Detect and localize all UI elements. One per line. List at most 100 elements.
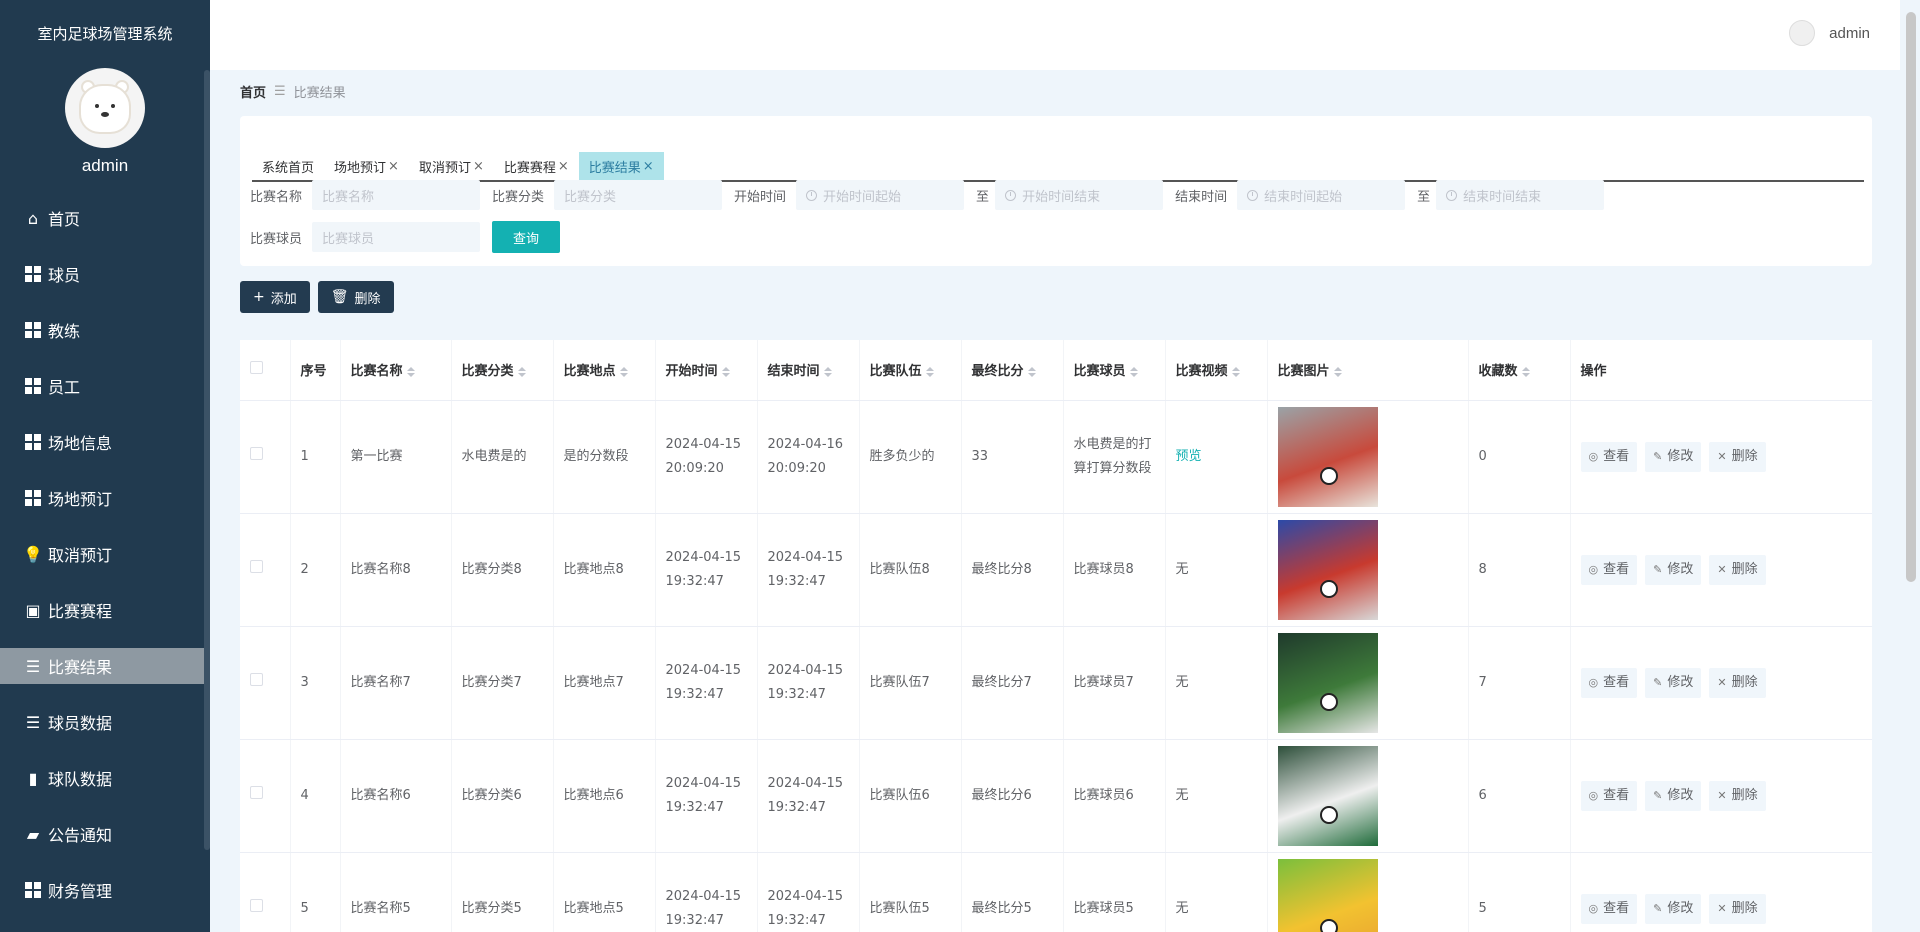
- sort-icon[interactable]: [1521, 366, 1530, 377]
- grid-icon: [24, 377, 42, 395]
- sort-icon[interactable]: [1027, 366, 1036, 377]
- sidebar-item-12[interactable]: 财务管理: [0, 872, 210, 908]
- delete-button[interactable]: ✕ 删除: [1709, 667, 1766, 698]
- delete-button[interactable]: ✕ 删除: [1709, 893, 1766, 924]
- edit-button[interactable]: ✎ 修改: [1645, 667, 1702, 698]
- sidebar-item-label: 员工: [48, 378, 81, 397]
- sidebar-item-1[interactable]: 球员: [0, 256, 210, 292]
- sidebar-item-2[interactable]: 教练: [0, 312, 210, 348]
- sidebar-item-7[interactable]: ▣ 比赛赛程: [0, 592, 210, 628]
- breadcrumb: 首页 ☰ 比赛结果: [240, 82, 346, 101]
- table-row: 4 比赛名称6 比赛分类6 比赛地点6 2024-04-15 19:32:47 2024-…: [240, 739, 1872, 853]
- view-button[interactable]: ◎ 查看: [1580, 554, 1638, 585]
- row-checkbox[interactable]: [250, 898, 263, 912]
- tab-0[interactable]: 系统首页: [252, 152, 324, 180]
- column-header[interactable]: 收藏数: [1468, 340, 1571, 401]
- match-image[interactable]: [1277, 519, 1378, 620]
- close-icon[interactable]: ×: [473, 159, 484, 174]
- cell-player: 水电费是的打算打算分数段: [1063, 400, 1166, 514]
- cell-end: 2024-04-15 19:32:47: [757, 513, 860, 627]
- tab-3[interactable]: 比赛赛程 ×: [494, 152, 579, 180]
- row-checkbox[interactable]: [250, 446, 263, 460]
- match-category-input[interactable]: 比赛分类: [554, 180, 723, 210]
- sidebar-item-10[interactable]: ▮ 球队数据: [0, 760, 210, 796]
- delete-button[interactable]: ✕ 删除: [1709, 554, 1766, 585]
- sort-icon[interactable]: [925, 366, 934, 377]
- breadcrumb-home[interactable]: 首页: [240, 82, 266, 101]
- cell-fav: 6: [1468, 739, 1571, 853]
- tab-4[interactable]: 比赛结果 ×: [578, 152, 664, 180]
- column-header[interactable]: 比赛视频: [1165, 340, 1268, 401]
- column-header[interactable]: 比赛图片: [1267, 340, 1469, 401]
- sort-icon[interactable]: [721, 366, 730, 377]
- football-icon: [1319, 918, 1338, 932]
- view-button[interactable]: ◎ 查看: [1580, 780, 1638, 811]
- sidebar-item-3[interactable]: 员工: [0, 368, 210, 404]
- sidebar-item-0[interactable]: ⌂ 首页: [0, 200, 210, 236]
- match-image[interactable]: [1277, 406, 1378, 507]
- match-player-input[interactable]: 比赛球员: [312, 222, 481, 252]
- close-icon[interactable]: ×: [643, 159, 654, 174]
- column-header[interactable]: 比赛队伍: [859, 340, 962, 401]
- row-checkbox[interactable]: [250, 785, 263, 799]
- sidebar-scrollbar[interactable]: [204, 70, 210, 850]
- view-button[interactable]: ◎ 查看: [1580, 667, 1638, 698]
- view-button[interactable]: ◎ 查看: [1580, 441, 1638, 472]
- end-time-from-input[interactable]: 结束时间起始: [1237, 180, 1406, 210]
- column-header[interactable]: 结束时间: [757, 340, 860, 401]
- column-header[interactable]: 比赛球员: [1063, 340, 1166, 401]
- filter-category-label: 比赛分类: [492, 189, 545, 205]
- table-row: 3 比赛名称7 比赛分类7 比赛地点7 2024-04-15 19:32:47 2024-…: [240, 626, 1872, 740]
- table-body: 1 第一比赛 水电费是的 是的分数段 2024-04-15 20:09:20 2024-0…: [240, 400, 1872, 932]
- sort-icon[interactable]: [619, 366, 628, 377]
- sidebar-item-label: 公告通知: [48, 826, 113, 845]
- sort-icon[interactable]: [517, 366, 526, 377]
- grid-icon: [24, 321, 42, 339]
- page-scrollbar[interactable]: [1906, 12, 1916, 582]
- match-image[interactable]: [1277, 858, 1378, 932]
- delete-button[interactable]: ✕ 删除: [1709, 441, 1766, 472]
- sort-icon[interactable]: [823, 366, 832, 377]
- cell-team: 比赛队伍5: [859, 852, 962, 932]
- sidebar-item-label: 比赛赛程: [48, 602, 113, 621]
- row-checkbox[interactable]: [250, 672, 263, 686]
- edit-button[interactable]: ✎ 修改: [1645, 441, 1702, 472]
- filter-end-label: 结束时间: [1175, 189, 1228, 205]
- match-image[interactable]: [1277, 745, 1378, 846]
- column-header[interactable]: 比赛地点: [553, 340, 656, 401]
- column-header[interactable]: 开始时间: [655, 340, 758, 401]
- edit-button[interactable]: ✎ 修改: [1645, 893, 1702, 924]
- column-header[interactable]: 比赛名称: [340, 340, 452, 401]
- start-time-from-input[interactable]: 开始时间起始: [796, 180, 965, 210]
- query-button[interactable]: 查询: [492, 221, 561, 253]
- tab-1[interactable]: 场地预订 ×: [324, 152, 409, 180]
- sort-icon[interactable]: [1231, 366, 1240, 377]
- edit-button[interactable]: ✎ 修改: [1645, 554, 1702, 585]
- sidebar-item-8[interactable]: ☰ 比赛结果: [0, 648, 210, 684]
- sort-icon[interactable]: [1333, 366, 1342, 377]
- start-time-to-input[interactable]: 开始时间结束: [995, 180, 1164, 210]
- sort-icon[interactable]: [1129, 366, 1138, 377]
- sidebar-item-4[interactable]: 场地信息: [0, 424, 210, 460]
- close-icon[interactable]: ×: [558, 159, 569, 174]
- column-header[interactable]: 最终比分: [961, 340, 1064, 401]
- add-button[interactable]: + 添加: [240, 281, 310, 313]
- sort-icon[interactable]: [406, 366, 415, 377]
- column-header[interactable]: 比赛分类: [451, 340, 554, 401]
- select-all-checkbox[interactable]: [250, 361, 263, 375]
- end-time-to-input[interactable]: 结束时间结束: [1436, 180, 1605, 210]
- delete-button[interactable]: 🗑 删除: [317, 281, 394, 313]
- match-image[interactable]: [1277, 632, 1378, 733]
- sidebar-item-9[interactable]: ☰ 球员数据: [0, 704, 210, 740]
- match-name-input[interactable]: 比赛名称: [312, 180, 481, 210]
- user-menu[interactable]: admin: [1789, 20, 1870, 46]
- sidebar-item-11[interactable]: ▰ 公告通知: [0, 816, 210, 852]
- sidebar-item-6[interactable]: 💡 取消预订: [0, 536, 210, 572]
- delete-button[interactable]: ✕ 删除: [1709, 780, 1766, 811]
- edit-button[interactable]: ✎ 修改: [1645, 780, 1702, 811]
- tab-2[interactable]: 取消预订 ×: [409, 152, 494, 180]
- close-icon[interactable]: ×: [388, 159, 399, 174]
- view-button[interactable]: ◎ 查看: [1580, 893, 1638, 924]
- row-checkbox[interactable]: [250, 559, 263, 573]
- sidebar-item-5[interactable]: 场地预订: [0, 480, 210, 516]
